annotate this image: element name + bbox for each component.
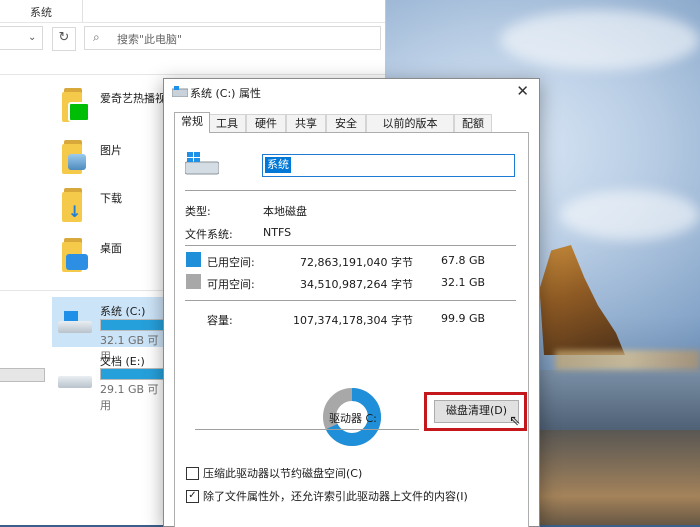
partial-usage-bar bbox=[0, 368, 45, 382]
used-space-swatch bbox=[186, 252, 201, 267]
cloud bbox=[500, 10, 700, 70]
filesystem-value: NTFS bbox=[263, 226, 292, 239]
drive-name-input[interactable]: 系统 bbox=[262, 154, 515, 177]
type-label: 类型: bbox=[185, 205, 211, 218]
capacity-label: 容量: bbox=[207, 314, 233, 327]
horizon-glow bbox=[555, 350, 700, 370]
divider bbox=[82, 0, 83, 22]
divider bbox=[0, 74, 385, 75]
index-label: 除了文件属性外，还允许索引此驱动器上文件的内容(I) bbox=[203, 490, 468, 503]
divider bbox=[185, 190, 516, 191]
folder-label: 下载 bbox=[100, 192, 122, 205]
tab-hardware[interactable]: 硬件 bbox=[246, 114, 286, 132]
desktop-icon bbox=[66, 254, 88, 270]
address-bar: ⌄ ↻ ⌕ 搜索"此电脑" bbox=[0, 24, 385, 52]
drive-free-text: 29.1 GB 可用 bbox=[100, 383, 159, 412]
free-space-gb: 32.1 GB bbox=[441, 276, 486, 289]
tab-previous-versions[interactable]: 以前的版本 bbox=[366, 114, 454, 132]
capacity-gb: 99.9 GB bbox=[441, 312, 486, 325]
free-space-bytes: 34,510,987,264 字节 bbox=[300, 278, 413, 291]
used-space-label: 已用空间: bbox=[207, 256, 255, 269]
folder-label: 图片 bbox=[100, 144, 122, 157]
chevron-down-icon[interactable]: ⌄ bbox=[28, 32, 36, 43]
drive-c[interactable]: 系统 (C:) 32.1 GB 可用 bbox=[52, 297, 212, 363]
drive-properties-dialog: 系统 (C:) 属性 ✕ 常规 工具 硬件 共享 安全 以前的版本 配额 系统 … bbox=[163, 78, 540, 527]
rock-formation bbox=[539, 245, 625, 355]
tab-quota[interactable]: 配额 bbox=[454, 114, 492, 132]
address-box[interactable]: ⌄ bbox=[0, 26, 43, 50]
drive-letter-label: 驱动器 C: bbox=[329, 412, 377, 425]
compress-checkbox[interactable] bbox=[186, 467, 199, 480]
drive-label: 系统 (C:) bbox=[100, 305, 146, 318]
tab-tools[interactable]: 工具 bbox=[208, 114, 246, 132]
picture-icon bbox=[68, 154, 86, 170]
search-placeholder: 搜索"此电脑" bbox=[117, 33, 183, 46]
folder-icon bbox=[60, 236, 92, 272]
ribbon-tab-system[interactable]: 系统 bbox=[30, 4, 52, 20]
drive-icon bbox=[172, 86, 188, 97]
folder-icon: ↓ bbox=[60, 186, 92, 222]
type-value: 本地磁盘 bbox=[263, 205, 307, 218]
iqiyi-icon bbox=[68, 102, 90, 122]
tab-security[interactable]: 安全 bbox=[326, 114, 366, 132]
drive-name-value: 系统 bbox=[265, 157, 291, 173]
drive-e[interactable]: 文档 (E:) 29.1 GB 可用 bbox=[52, 350, 212, 412]
filesystem-label: 文件系统: bbox=[185, 228, 233, 241]
folder-label: 桌面 bbox=[100, 242, 122, 255]
search-icon: ⌕ bbox=[93, 30, 100, 44]
drive-icon bbox=[58, 364, 92, 388]
capacity-bytes: 107,374,178,304 字节 bbox=[293, 314, 413, 327]
divider bbox=[195, 429, 419, 430]
cloud bbox=[560, 190, 700, 240]
divider bbox=[185, 245, 516, 246]
refresh-icon[interactable]: ↻ bbox=[52, 27, 76, 51]
ribbon: 系统 bbox=[0, 0, 385, 23]
folder-icon bbox=[60, 138, 92, 174]
drive-icon bbox=[185, 152, 219, 175]
divider bbox=[185, 300, 516, 301]
free-space-swatch bbox=[186, 274, 201, 289]
folder-icon bbox=[60, 86, 92, 122]
tab-sharing[interactable]: 共享 bbox=[286, 114, 326, 132]
index-checkbox[interactable]: ✓ bbox=[186, 490, 199, 503]
title-bar: 系统 (C:) 属性 ✕ bbox=[164, 79, 539, 105]
used-space-bytes: 72,863,191,040 字节 bbox=[300, 256, 413, 269]
general-tab-panel: 系统 类型: 本地磁盘 文件系统: NTFS 已用空间: 72,863,191,… bbox=[174, 132, 529, 527]
tab-general[interactable]: 常规 bbox=[174, 112, 210, 133]
search-input[interactable]: ⌕ 搜索"此电脑" bbox=[84, 26, 381, 50]
mouse-cursor-icon: ⇖ bbox=[509, 413, 521, 429]
free-space-label: 可用空间: bbox=[207, 278, 255, 291]
close-icon[interactable]: ✕ bbox=[516, 82, 529, 100]
drive-icon bbox=[58, 311, 92, 333]
drive-label: 文档 (E:) bbox=[100, 355, 145, 368]
download-arrow-icon: ↓ bbox=[68, 202, 82, 221]
compress-label: 压缩此驱动器以节约磁盘空间(C) bbox=[203, 467, 363, 480]
used-space-gb: 67.8 GB bbox=[441, 254, 486, 267]
dialog-title: 系统 (C:) 属性 bbox=[190, 87, 261, 100]
